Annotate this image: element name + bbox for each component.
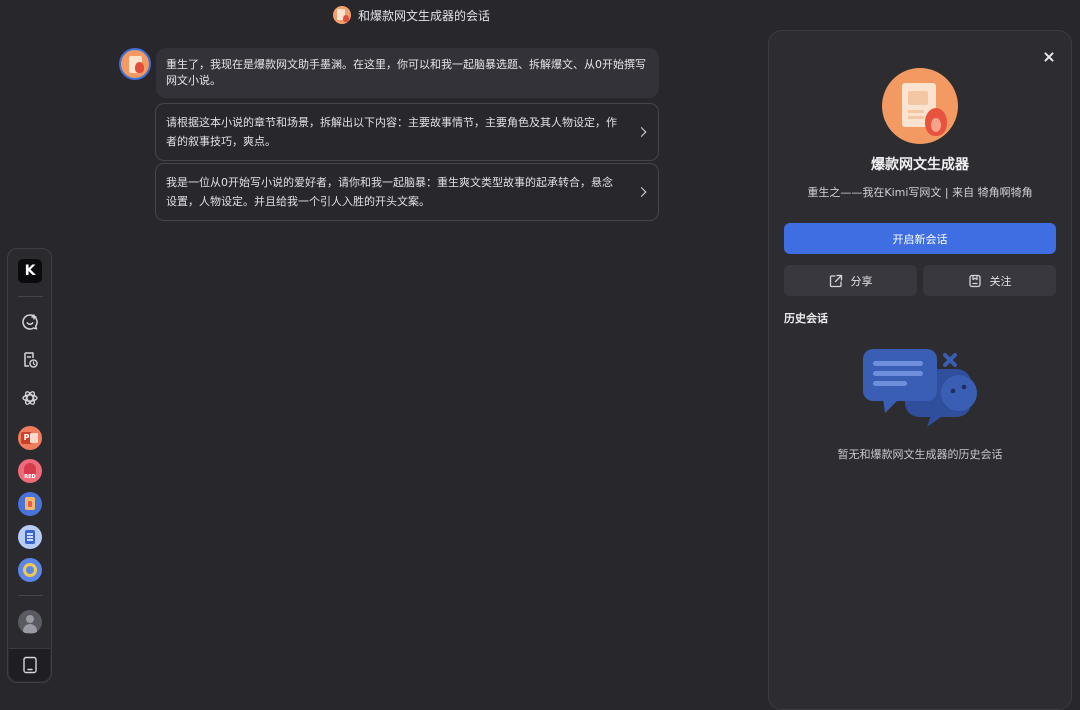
close-icon[interactable] bbox=[1041, 49, 1057, 65]
kimi-logo: K bbox=[18, 259, 42, 283]
bot-mini-avatar bbox=[333, 6, 351, 24]
explore-button[interactable] bbox=[17, 385, 43, 411]
follow-button[interactable]: 关注 bbox=[923, 265, 1056, 296]
ppt-app-icon: P bbox=[18, 426, 42, 450]
doc-app-button[interactable] bbox=[17, 524, 43, 550]
ppt-app-button[interactable]: P bbox=[17, 425, 43, 451]
writer-app-button[interactable] bbox=[17, 491, 43, 517]
bot-avatar[interactable] bbox=[119, 48, 151, 80]
red-app-button[interactable]: RED bbox=[17, 458, 43, 484]
user-icon bbox=[18, 610, 42, 634]
new-chat-icon bbox=[22, 314, 38, 330]
bot-info-panel: 爆款网文生成器 重生之——我在Kimi写网文 | 来自 犄角啊犄角 开启新会话 … bbox=[768, 30, 1072, 710]
left-dock: K P RED bbox=[7, 248, 52, 683]
follow-label: 关注 bbox=[989, 274, 1012, 288]
red-app-icon: RED bbox=[18, 459, 42, 483]
bot-large-avatar bbox=[882, 68, 958, 144]
kimi-logo-button[interactable]: K bbox=[17, 258, 43, 284]
conversation-header: 和爆款网文生成器的会话 bbox=[333, 6, 490, 24]
search-app-icon bbox=[18, 558, 42, 582]
empty-history-text: 暂无和爆款网文生成器的历史会话 bbox=[837, 448, 1003, 461]
chevron-right-icon bbox=[636, 187, 647, 197]
share-button[interactable]: 分享 bbox=[784, 265, 917, 296]
search-app-button[interactable] bbox=[17, 557, 43, 583]
device-switch-button[interactable] bbox=[9, 648, 50, 681]
suggestion-text: 我是一位从0开始写小说的爱好者，请你和我一起脑暴：重生爽文类型故事的起承转合，悬… bbox=[166, 176, 613, 208]
new-chat-button[interactable]: 开启新会话 bbox=[784, 223, 1056, 254]
bot-name: 爆款网文生成器 bbox=[871, 157, 969, 173]
empty-chat-illustration-icon bbox=[863, 349, 977, 427]
suggestion-item[interactable]: 请根据这本小说的章节和场景，拆解出以下内容：主要故事情节，主要角色及其人物设定，… bbox=[155, 103, 659, 161]
history-section-title: 历史会话 bbox=[784, 312, 828, 325]
conversation-title: 和爆款网文生成器的会话 bbox=[358, 8, 491, 23]
share-label: 分享 bbox=[850, 274, 873, 288]
explore-icon bbox=[22, 391, 38, 405]
history-button[interactable] bbox=[17, 347, 43, 373]
new-chat-button[interactable] bbox=[17, 309, 43, 335]
doc-app-icon bbox=[18, 525, 42, 549]
history-doc-icon bbox=[24, 352, 38, 368]
bookmark-icon bbox=[968, 274, 981, 287]
user-profile-button[interactable] bbox=[17, 609, 43, 635]
writer-app-icon bbox=[18, 492, 42, 516]
share-icon bbox=[829, 274, 842, 287]
bot-message: 重生了，我现在是爆款网文助手墨渊。在这里，你可以和我一起脑暴选题、拆解爆文、从0… bbox=[156, 48, 659, 98]
suggestion-item[interactable]: 我是一位从0开始写小说的爱好者，请你和我一起脑暴：重生爽文类型故事的起承转合，悬… bbox=[155, 163, 659, 221]
tablet-icon bbox=[22, 656, 37, 674]
bot-description: 重生之——我在Kimi写网文 | 来自 犄角啊犄角 bbox=[807, 186, 1033, 199]
chevron-right-icon bbox=[636, 127, 647, 137]
suggestion-text: 请根据这本小说的章节和场景，拆解出以下内容：主要故事情节，主要角色及其人物设定，… bbox=[166, 116, 617, 148]
